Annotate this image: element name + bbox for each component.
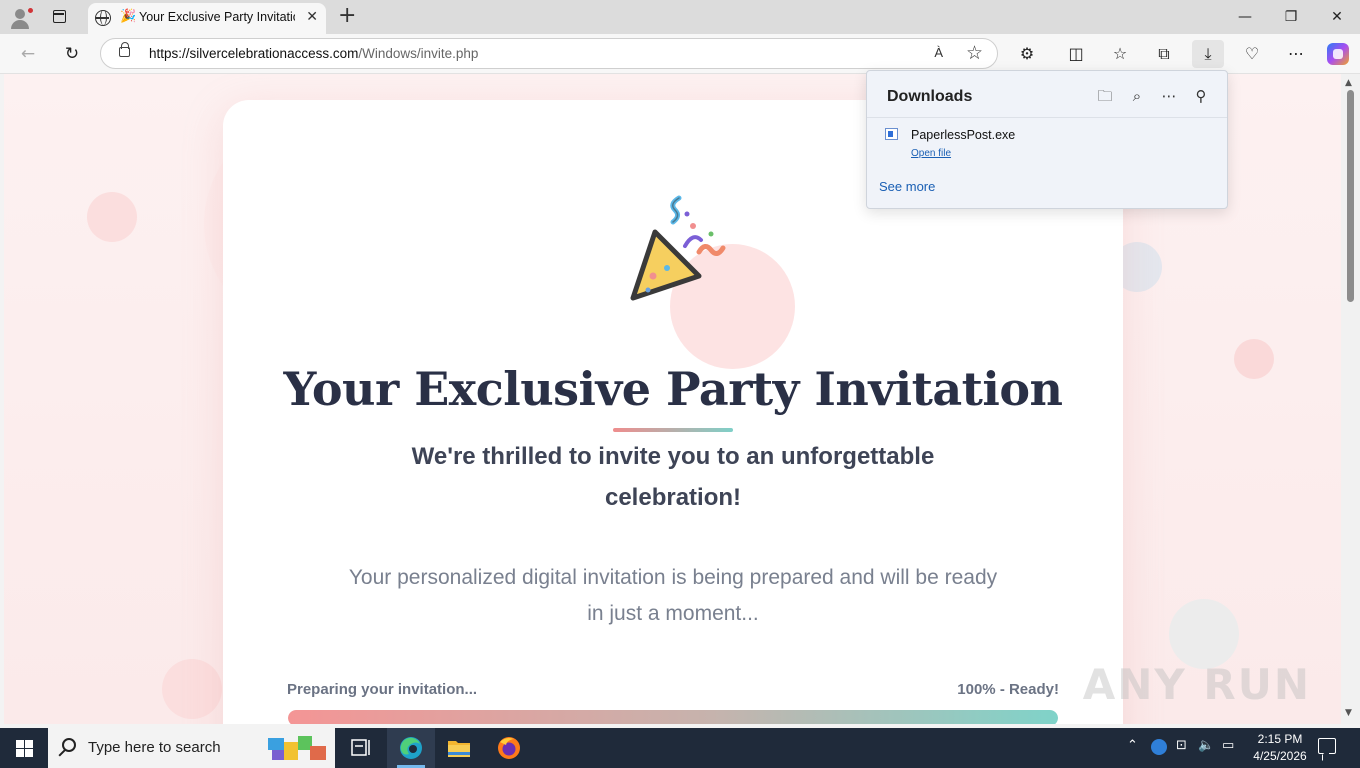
url-path: /Windows/invite.php	[358, 46, 479, 61]
page-lead-text: Your personalized digital invitation is …	[348, 566, 998, 625]
favorites-icon[interactable]: ☆	[1104, 40, 1136, 68]
search-placeholder: Type here to search	[88, 739, 221, 756]
address-bar[interactable]: https://silvercelebrationaccess.com/Wind…	[100, 38, 998, 69]
collections-icon[interactable]: ⧉	[1148, 40, 1180, 68]
browser-essentials-icon[interactable]: ♡	[1236, 40, 1268, 68]
divider	[867, 117, 1227, 118]
task-view-icon[interactable]	[336, 728, 384, 768]
lock-icon[interactable]	[119, 42, 130, 57]
back-button[interactable]: ←	[17, 43, 39, 65]
tab-strip: 🎉 Your Exclusive Party Invitation ✕ + — …	[0, 0, 1360, 34]
search-highlight-puzzle-icon	[268, 736, 326, 760]
volume-icon[interactable]: 🔈	[1198, 738, 1214, 753]
search-downloads-icon[interactable]: ⌕	[1126, 85, 1148, 107]
pin-icon[interactable]: ⚲	[1190, 85, 1212, 107]
page-subtitle: We're thrilled to invite you to an unfor…	[411, 443, 935, 511]
more-options-icon[interactable]: ⋯	[1158, 85, 1180, 107]
tray-camera-icon[interactable]: ⊡	[1176, 738, 1187, 753]
page-scrollbar[interactable]: ▲ ▼	[1341, 74, 1360, 724]
tray-app-icon[interactable]	[1151, 739, 1167, 755]
globe-icon	[95, 10, 111, 26]
progress-fill	[288, 710, 1058, 724]
tray-overflow-icon[interactable]: ⌃	[1127, 738, 1138, 753]
extensions-icon[interactable]: ⚙	[1011, 40, 1043, 68]
decor-bubble	[1234, 339, 1274, 379]
party-popper-icon	[630, 195, 726, 301]
restore-button[interactable]: ❐	[1268, 0, 1314, 34]
browser-toolbar: ← ↻ https://silvercelebrationaccess.com/…	[0, 34, 1360, 74]
title-underline	[613, 428, 733, 432]
tab-title: Your Exclusive Party Invitation	[139, 10, 295, 24]
minimize-button[interactable]: —	[1222, 0, 1268, 34]
clock-time: 2:15 PM	[1257, 732, 1303, 746]
downloads-panel: Downloads 🗀 ⌕ ⋯ ⚲ PaperlessPost.exe Open…	[866, 70, 1228, 209]
see-more-link[interactable]: See more	[879, 179, 935, 194]
start-button[interactable]	[0, 728, 48, 768]
scroll-down-icon[interactable]: ▼	[1345, 708, 1352, 718]
taskbar-search[interactable]: Type here to search	[48, 728, 335, 768]
url-host: https://silvercelebrationaccess.com	[149, 46, 359, 61]
decor-bubble	[162, 659, 222, 719]
file-explorer-icon[interactable]	[435, 728, 483, 768]
tab-actions-icon[interactable]	[48, 7, 70, 27]
party-popper-favicon-icon: 🎉	[120, 9, 137, 24]
taskbar: Type here to search ⌃ ⊡ 🔈 ▭ 2:15 PM 4/25…	[0, 728, 1360, 768]
open-file-link[interactable]: Open file	[911, 148, 951, 159]
more-icon[interactable]: ⋯	[1280, 40, 1312, 68]
open-folder-icon[interactable]: 🗀	[1094, 85, 1116, 107]
split-screen-icon[interactable]: ◫	[1060, 40, 1092, 68]
url-text[interactable]: https://silvercelebrationaccess.com/Wind…	[149, 46, 478, 61]
tab-active[interactable]: 🎉 Your Exclusive Party Invitation ✕	[88, 3, 326, 34]
window-controls: — ❐ ✕	[1222, 0, 1360, 34]
search-icon	[62, 738, 76, 752]
network-icon[interactable]: ▭	[1222, 738, 1234, 753]
read-aloud-icon[interactable]: À	[934, 45, 943, 60]
firefox-icon[interactable]	[485, 728, 533, 768]
notifications-icon[interactable]	[1318, 738, 1336, 754]
edge-icon[interactable]	[387, 728, 435, 768]
favorite-star-icon[interactable]: ☆	[966, 42, 983, 64]
progress-bar	[288, 710, 1058, 724]
decor-bubble	[1169, 599, 1239, 669]
decor-bubble	[87, 192, 137, 242]
progress-label: Preparing your invitation...	[287, 681, 478, 698]
scroll-up-icon[interactable]: ▲	[1345, 78, 1352, 88]
tab-close-icon[interactable]: ✕	[306, 9, 318, 25]
exe-file-icon	[885, 128, 898, 140]
profile-icon[interactable]	[8, 6, 34, 30]
taskbar-clock[interactable]: 2:15 PM 4/25/2026	[1250, 731, 1310, 765]
downloads-title: Downloads	[887, 88, 973, 105]
close-window-button[interactable]: ✕	[1314, 0, 1360, 34]
progress-status: 100% - Ready!	[957, 681, 1059, 698]
reload-button[interactable]: ↻	[61, 43, 83, 65]
copilot-icon[interactable]	[1327, 43, 1349, 65]
scroll-thumb[interactable]	[1347, 90, 1354, 302]
downloads-icon[interactable]: ⤓	[1192, 40, 1224, 68]
download-file-name[interactable]: PaperlessPost.exe	[911, 128, 1015, 142]
page-title: Your Exclusive Party Invitation	[283, 362, 1063, 416]
new-tab-button[interactable]: +	[338, 4, 356, 28]
watermark-text: ANY RUN	[1082, 660, 1311, 709]
clock-date: 4/25/2026	[1253, 749, 1307, 763]
